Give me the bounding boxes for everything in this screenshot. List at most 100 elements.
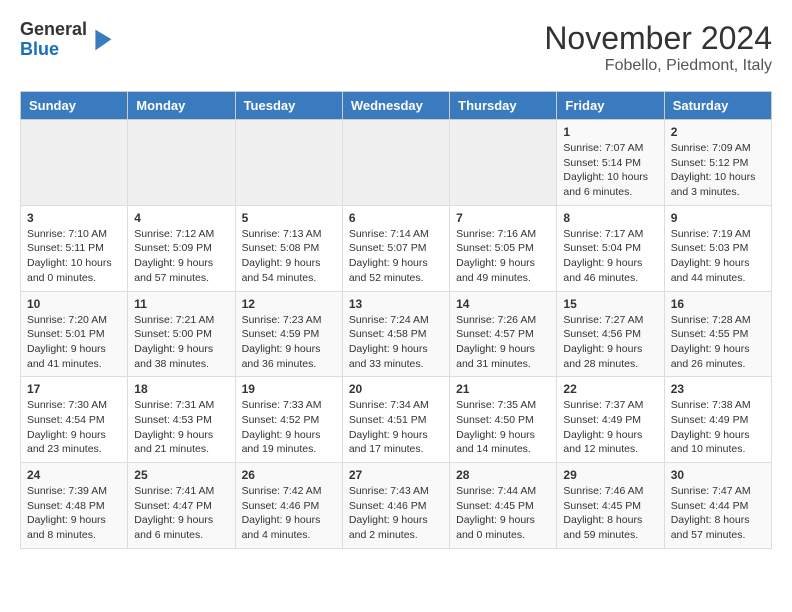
calendar-day-cell: 21Sunrise: 7:35 AM Sunset: 4:50 PM Dayli… bbox=[450, 377, 557, 463]
day-info: Sunrise: 7:30 AM Sunset: 4:54 PM Dayligh… bbox=[27, 398, 121, 457]
day-number: 11 bbox=[134, 297, 228, 311]
calendar-day-cell: 1 Sunrise: 7:07 AM Sunset: 5:14 PM Daylig… bbox=[557, 120, 664, 206]
day-number: 13 bbox=[349, 297, 443, 311]
day-number: 25 bbox=[134, 468, 228, 482]
day-number: 1 bbox=[563, 125, 657, 139]
calendar-day-cell: 25 Sunrise: 7:41 AM Sunset: 4:47 PM Dayli… bbox=[128, 463, 235, 549]
day-number: 28 bbox=[456, 468, 550, 482]
calendar-day-cell: 24 Sunrise: 7:39 AM Sunset: 4:48 PM Dayli… bbox=[21, 463, 128, 549]
day-number: 27 bbox=[349, 468, 443, 482]
calendar-week-row: 17 Sunrise: 7:30 AM Sunset: 4:54 PM Dayli… bbox=[21, 377, 772, 463]
calendar-header-cell: Monday bbox=[128, 92, 235, 120]
day-info: Sunrise: 7:20 AM Sunset: 5:01 PM Dayligh… bbox=[27, 313, 121, 372]
day-number: 26 bbox=[242, 468, 336, 482]
day-number: 2 bbox=[671, 125, 765, 139]
calendar-header-cell: Sunday bbox=[21, 92, 128, 120]
day-number: 21 bbox=[456, 382, 550, 396]
calendar-day-cell bbox=[21, 120, 128, 206]
day-info: Sunrise: 7:13 AM Sunset: 5:08 PM Dayligh… bbox=[242, 227, 336, 286]
calendar-day-cell: 13 Sunrise: 7:24 AM Sunset: 4:58 PM Dayli… bbox=[342, 291, 449, 377]
page-header: General Blue November 2024 Fobello, Pied… bbox=[20, 20, 772, 75]
day-number: 3 bbox=[27, 211, 121, 225]
calendar-day-cell: 4 Sunrise: 7:12 AM Sunset: 5:09 PM Daylig… bbox=[128, 205, 235, 291]
calendar-header-cell: Thursday bbox=[450, 92, 557, 120]
day-number: 16 bbox=[671, 297, 765, 311]
day-number: 19 bbox=[242, 382, 336, 396]
calendar-day-cell: 18 Sunrise: 7:31 AM Sunset: 4:53 PM Dayli… bbox=[128, 377, 235, 463]
day-info: Sunrise: 7:37 AM Sunset: 4:49 PM Dayligh… bbox=[563, 398, 657, 457]
calendar-day-cell: 29 Sunrise: 7:46 AM Sunset: 4:45 PM Dayli… bbox=[557, 463, 664, 549]
day-number: 6 bbox=[349, 211, 443, 225]
day-number: 17 bbox=[27, 382, 121, 396]
calendar-day-cell: 30 Sunrise: 7:47 AM Sunset: 4:44 PM Dayli… bbox=[664, 463, 771, 549]
day-number: 9 bbox=[671, 211, 765, 225]
calendar-day-cell: 8Sunrise: 7:17 AM Sunset: 5:04 PM Daylig… bbox=[557, 205, 664, 291]
day-info: Sunrise: 7:31 AM Sunset: 4:53 PM Dayligh… bbox=[134, 398, 228, 457]
logo-text: General Blue bbox=[20, 20, 87, 60]
day-info: Sunrise: 7:17 AM Sunset: 5:04 PM Dayligh… bbox=[563, 227, 657, 286]
day-info: Sunrise: 7:12 AM Sunset: 5:09 PM Dayligh… bbox=[134, 227, 228, 286]
day-number: 10 bbox=[27, 297, 121, 311]
day-info: Sunrise: 7:10 AM Sunset: 5:11 PM Dayligh… bbox=[27, 227, 121, 286]
day-info: Sunrise: 7:21 AM Sunset: 5:00 PM Dayligh… bbox=[134, 313, 228, 372]
calendar-week-row: 10 Sunrise: 7:20 AM Sunset: 5:01 PM Dayli… bbox=[21, 291, 772, 377]
calendar-body: 1 Sunrise: 7:07 AM Sunset: 5:14 PM Daylig… bbox=[21, 120, 772, 549]
calendar-table: SundayMondayTuesdayWednesdayThursdayFrid… bbox=[20, 91, 772, 549]
calendar-day-cell: 22 Sunrise: 7:37 AM Sunset: 4:49 PM Dayli… bbox=[557, 377, 664, 463]
calendar-day-cell: 28 Sunrise: 7:44 AM Sunset: 4:45 PM Dayli… bbox=[450, 463, 557, 549]
calendar-header-cell: Tuesday bbox=[235, 92, 342, 120]
calendar-day-cell: 7Sunrise: 7:16 AM Sunset: 5:05 PM Daylig… bbox=[450, 205, 557, 291]
day-info: Sunrise: 7:42 AM Sunset: 4:46 PM Dayligh… bbox=[242, 484, 336, 543]
day-info: Sunrise: 7:47 AM Sunset: 4:44 PM Dayligh… bbox=[671, 484, 765, 543]
day-number: 29 bbox=[563, 468, 657, 482]
day-info: Sunrise: 7:33 AM Sunset: 4:52 PM Dayligh… bbox=[242, 398, 336, 457]
day-info: Sunrise: 7:27 AM Sunset: 4:56 PM Dayligh… bbox=[563, 313, 657, 372]
day-info: Sunrise: 7:43 AM Sunset: 4:46 PM Dayligh… bbox=[349, 484, 443, 543]
day-number: 14 bbox=[456, 297, 550, 311]
calendar-header-cell: Saturday bbox=[664, 92, 771, 120]
calendar-day-cell: 19 Sunrise: 7:33 AM Sunset: 4:52 PM Dayli… bbox=[235, 377, 342, 463]
calendar-day-cell bbox=[128, 120, 235, 206]
location-subtitle: Fobello, Piedmont, Italy bbox=[544, 57, 772, 75]
day-info: Sunrise: 7:41 AM Sunset: 4:47 PM Dayligh… bbox=[134, 484, 228, 543]
calendar-day-cell: 3 Sunrise: 7:10 AM Sunset: 5:11 PM Daylig… bbox=[21, 205, 128, 291]
day-info: Sunrise: 7:19 AM Sunset: 5:03 PM Dayligh… bbox=[671, 227, 765, 286]
day-number: 22 bbox=[563, 382, 657, 396]
calendar-week-row: 24 Sunrise: 7:39 AM Sunset: 4:48 PM Dayli… bbox=[21, 463, 772, 549]
calendar-day-cell: 16 Sunrise: 7:28 AM Sunset: 4:55 PM Dayli… bbox=[664, 291, 771, 377]
day-number: 12 bbox=[242, 297, 336, 311]
day-info: Sunrise: 7:07 AM Sunset: 5:14 PM Dayligh… bbox=[563, 141, 657, 200]
day-number: 5 bbox=[242, 211, 336, 225]
day-info: Sunrise: 7:24 AM Sunset: 4:58 PM Dayligh… bbox=[349, 313, 443, 372]
calendar-day-cell: 9 Sunrise: 7:19 AM Sunset: 5:03 PM Daylig… bbox=[664, 205, 771, 291]
day-number: 20 bbox=[349, 382, 443, 396]
title-block: November 2024 Fobello, Piedmont, Italy bbox=[544, 20, 772, 75]
day-info: Sunrise: 7:39 AM Sunset: 4:48 PM Dayligh… bbox=[27, 484, 121, 543]
calendar-week-row: 1 Sunrise: 7:07 AM Sunset: 5:14 PM Daylig… bbox=[21, 120, 772, 206]
day-info: Sunrise: 7:46 AM Sunset: 4:45 PM Dayligh… bbox=[563, 484, 657, 543]
day-number: 15 bbox=[563, 297, 657, 311]
day-info: Sunrise: 7:38 AM Sunset: 4:49 PM Dayligh… bbox=[671, 398, 765, 457]
day-info: Sunrise: 7:26 AM Sunset: 4:57 PM Dayligh… bbox=[456, 313, 550, 372]
calendar-day-cell: 23 Sunrise: 7:38 AM Sunset: 4:49 PM Dayli… bbox=[664, 377, 771, 463]
day-info: Sunrise: 7:44 AM Sunset: 4:45 PM Dayligh… bbox=[456, 484, 550, 543]
day-number: 4 bbox=[134, 211, 228, 225]
day-number: 18 bbox=[134, 382, 228, 396]
logo-icon bbox=[89, 28, 113, 52]
calendar-day-cell: 15 Sunrise: 7:27 AM Sunset: 4:56 PM Dayli… bbox=[557, 291, 664, 377]
day-number: 30 bbox=[671, 468, 765, 482]
calendar-day-cell: 5 Sunrise: 7:13 AM Sunset: 5:08 PM Daylig… bbox=[235, 205, 342, 291]
calendar-day-cell: 10 Sunrise: 7:20 AM Sunset: 5:01 PM Dayli… bbox=[21, 291, 128, 377]
calendar-day-cell: 20Sunrise: 7:34 AM Sunset: 4:51 PM Dayli… bbox=[342, 377, 449, 463]
day-number: 24 bbox=[27, 468, 121, 482]
calendar-day-cell bbox=[450, 120, 557, 206]
day-info: Sunrise: 7:09 AM Sunset: 5:12 PM Dayligh… bbox=[671, 141, 765, 200]
calendar-header-cell: Wednesday bbox=[342, 92, 449, 120]
day-number: 23 bbox=[671, 382, 765, 396]
day-info: Sunrise: 7:16 AM Sunset: 5:05 PM Dayligh… bbox=[456, 227, 550, 286]
calendar-day-cell: 27 Sunrise: 7:43 AM Sunset: 4:46 PM Dayli… bbox=[342, 463, 449, 549]
calendar-day-cell: 14 Sunrise: 7:26 AM Sunset: 4:57 PM Dayli… bbox=[450, 291, 557, 377]
calendar-day-cell: 17 Sunrise: 7:30 AM Sunset: 4:54 PM Dayli… bbox=[21, 377, 128, 463]
day-info: Sunrise: 7:14 AM Sunset: 5:07 PM Dayligh… bbox=[349, 227, 443, 286]
day-info: Sunrise: 7:28 AM Sunset: 4:55 PM Dayligh… bbox=[671, 313, 765, 372]
